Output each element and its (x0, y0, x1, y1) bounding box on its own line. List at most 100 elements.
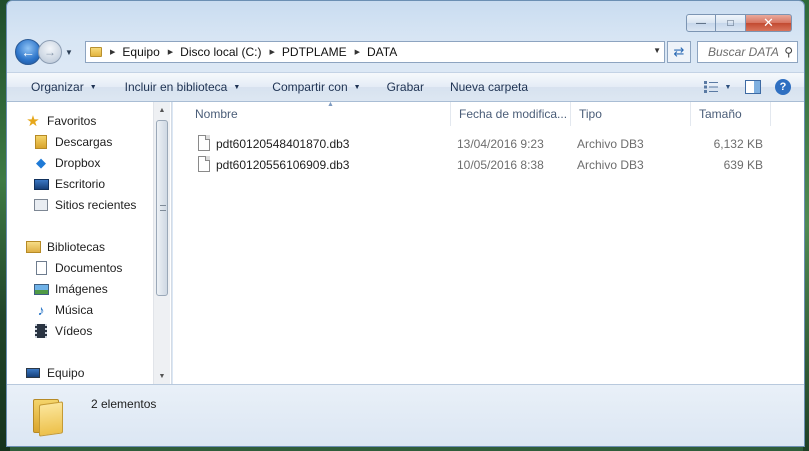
downloads-folder-icon (33, 134, 49, 150)
recent-pages-dropdown[interactable]: ▼ (65, 48, 73, 57)
nav-imagenes[interactable]: Imágenes (33, 279, 108, 299)
breadcrumb-separator-icon[interactable]: ▶ (168, 48, 173, 56)
libraries-icon (25, 239, 41, 255)
nav-dropbox[interactable]: ◆ Dropbox (33, 153, 100, 173)
nav-descargas-label: Descargas (55, 135, 113, 149)
minimize-button[interactable]: — (686, 14, 716, 32)
include-library-button[interactable]: Incluir en biblioteca ▼ (109, 80, 253, 94)
nav-favorites[interactable]: ★ Favoritos (25, 111, 96, 131)
address-bar[interactable]: ▶ Equipo ▶ Disco local (C:) ▶ PDTPLAME ▶… (85, 41, 665, 63)
navigation-buttons: ← → ▼ (15, 39, 73, 65)
music-icon: ♪ (37, 302, 45, 318)
nav-equipo[interactable]: Equipo (25, 363, 84, 383)
file-row[interactable]: pdt60120556106909.db3 10/05/2016 8:38 Ar… (193, 155, 783, 175)
nav-musica[interactable]: ♪ Música (33, 300, 94, 320)
file-name: pdt60120556106909.db3 (216, 158, 350, 172)
file-list: ▲ Nombre Fecha de modifica... Tipo Tamañ… (173, 101, 804, 384)
scroll-down-icon[interactable]: ▼ (154, 368, 170, 384)
forward-button[interactable]: → (38, 40, 62, 64)
nav-sitios-recientes[interactable]: Sitios recientes (33, 195, 136, 215)
organize-label: Organizar (31, 80, 84, 94)
file-date: 10/05/2016 8:38 (457, 158, 544, 172)
breadcrumb-separator-icon[interactable]: ▶ (270, 48, 275, 56)
nav-videos-label: Vídeos (55, 324, 93, 338)
organize-button[interactable]: Organizar ▼ (7, 80, 109, 94)
folder-icon (90, 47, 102, 57)
search-placeholder: Buscar DATA (708, 45, 779, 59)
scroll-up-icon[interactable]: ▲ (154, 102, 170, 118)
navigation-scrollbar[interactable]: ▲ ▼ (153, 102, 170, 384)
nav-imagenes-label: Imágenes (55, 282, 108, 296)
refresh-icon: ⇄ (673, 44, 685, 59)
breadcrumb-equipo[interactable]: Equipo (122, 45, 159, 59)
desktop-icon (33, 176, 49, 192)
item-count: 2 elementos (91, 397, 157, 411)
recent-places-icon (33, 197, 49, 213)
nav-documentos-label: Documentos (55, 261, 123, 275)
help-icon: ? (775, 79, 791, 95)
breadcrumb-pdtplame[interactable]: PDTPLAME (282, 45, 347, 59)
refresh-button[interactable]: ⇄ (667, 41, 691, 63)
details-pane: 2 elementos (7, 384, 804, 446)
column-header-type[interactable]: Tipo (571, 102, 691, 126)
help-button[interactable]: ? (772, 78, 794, 96)
column-header-name[interactable]: ▲ Nombre (187, 101, 451, 126)
change-view-button[interactable] (700, 78, 722, 96)
breadcrumb-separator-icon[interactable]: ▶ (110, 48, 115, 56)
preview-pane-button[interactable] (742, 78, 764, 96)
command-bar: Organizar ▼ Incluir en biblioteca ▼ Compar… (7, 72, 804, 102)
explorer-window: — □ ✕ ← → ▼ ▶ Equipo ▶ Disco local (C:) … (6, 0, 805, 447)
videos-icon (33, 323, 49, 339)
close-button[interactable]: ✕ (746, 14, 792, 32)
file-type: Archivo DB3 (577, 158, 644, 172)
file-date: 13/04/2016 9:23 (457, 137, 544, 151)
nav-musica-label: Música (55, 303, 94, 317)
address-dropdown-icon[interactable]: ▼ (653, 46, 661, 55)
nav-bibliotecas[interactable]: Bibliotecas (25, 237, 105, 257)
chevron-down-icon: ▼ (233, 83, 241, 91)
navigation-pane: ★ Favoritos Descargas ◆ Dropbox Escritor… (7, 102, 172, 384)
include-library-label: Incluir en biblioteca (124, 80, 228, 94)
chevron-down-icon: ▼ (353, 83, 361, 91)
burn-button[interactable]: Grabar (373, 80, 436, 94)
maximize-button[interactable]: □ (716, 14, 746, 32)
chevron-down-icon: ▼ (89, 83, 97, 91)
back-arrow-icon: ← (21, 44, 35, 60)
search-input[interactable]: Buscar DATA ⚲ (697, 41, 798, 63)
documents-icon (33, 260, 49, 276)
grip-icon (160, 205, 166, 211)
column-header-size[interactable]: Tamaño (691, 102, 771, 126)
breadcrumb-data[interactable]: DATA (367, 45, 397, 59)
folder-large-icon (31, 395, 71, 437)
file-icon (198, 135, 210, 151)
toolbar-right: ▼ ? (692, 78, 794, 96)
view-list-icon (704, 81, 718, 93)
file-row[interactable]: pdt60120548401870.db3 13/04/2016 9:23 Ar… (193, 134, 783, 154)
column-header-name-label: Nombre (195, 107, 238, 121)
file-name: pdt60120548401870.db3 (216, 137, 350, 151)
nav-favorites-label: Favoritos (47, 114, 97, 128)
nav-descargas[interactable]: Descargas (33, 132, 112, 152)
forward-arrow-icon: → (44, 45, 56, 59)
nav-videos[interactable]: Vídeos (33, 321, 92, 341)
dropbox-icon: ◆ (36, 155, 46, 170)
view-options-dropdown[interactable]: ▼ (722, 78, 734, 96)
scrollbar-thumb[interactable] (156, 120, 168, 296)
nav-escritorio-label: Escritorio (55, 177, 106, 191)
nav-dropbox-label: Dropbox (55, 156, 101, 170)
computer-icon (25, 365, 41, 381)
star-icon: ★ (26, 113, 40, 130)
breadcrumb-separator-icon[interactable]: ▶ (355, 48, 360, 56)
nav-documentos[interactable]: Documentos (33, 258, 122, 278)
search-icon[interactable]: ⚲ (784, 45, 793, 59)
column-header-date[interactable]: Fecha de modifica... (451, 102, 571, 126)
share-with-label: Compartir con (272, 80, 348, 94)
file-size: 639 KB (723, 158, 763, 172)
breadcrumb-disco-local[interactable]: Disco local (C:) (180, 45, 261, 59)
new-folder-button[interactable]: Nueva carpeta (436, 80, 540, 94)
share-with-button[interactable]: Compartir con ▼ (252, 80, 372, 94)
file-type: Archivo DB3 (577, 137, 644, 151)
file-icon (198, 156, 210, 172)
pictures-icon (33, 281, 49, 297)
nav-escritorio[interactable]: Escritorio (33, 174, 105, 194)
